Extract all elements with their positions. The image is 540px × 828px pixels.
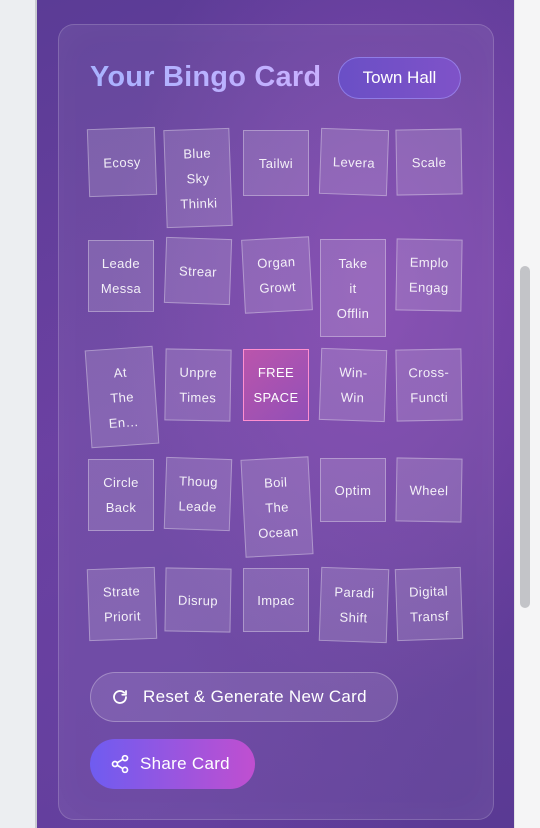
reset-generate-button[interactable]: Reset & Generate New Card bbox=[90, 672, 398, 722]
bingo-tile[interactable]: Cross- Functi bbox=[395, 348, 463, 422]
bingo-tile[interactable]: Paradi Shift bbox=[318, 566, 390, 644]
bingo-tile[interactable]: Organ Growt bbox=[241, 236, 313, 314]
bingo-tile[interactable]: Emplo Engag bbox=[395, 238, 463, 312]
bingo-tile[interactable]: Boil The Ocean bbox=[240, 456, 314, 558]
share-button-label: Share Card bbox=[140, 754, 230, 773]
bingo-tile[interactable]: Strear bbox=[163, 236, 233, 306]
app-background: Your Bingo Card Town Hall Ecosy Blue Sky … bbox=[37, 0, 514, 828]
bingo-tile[interactable]: Win- Win bbox=[318, 347, 388, 423]
share-card-button[interactable]: Share Card bbox=[90, 739, 255, 789]
bingo-tile[interactable]: Circle Back bbox=[88, 459, 154, 531]
bingo-tile[interactable]: Optim bbox=[320, 458, 386, 522]
bingo-tile[interactable]: Scale bbox=[395, 128, 463, 196]
bingo-tile[interactable]: Ecosy bbox=[86, 126, 158, 198]
meeting-type-badge[interactable]: Town Hall bbox=[338, 57, 461, 99]
bingo-tile[interactable]: Tailwi bbox=[243, 130, 309, 196]
refresh-icon bbox=[113, 690, 127, 704]
bingo-tile[interactable]: Strate Priorit bbox=[86, 566, 158, 642]
bingo-card-panel: Your Bingo Card Town Hall Ecosy Blue Sky … bbox=[58, 24, 494, 820]
bingo-tile[interactable]: Impac bbox=[243, 568, 309, 632]
scrollbar-thumb[interactable] bbox=[520, 266, 530, 608]
bingo-tile[interactable]: Blue Sky Thinki bbox=[163, 127, 233, 229]
bingo-tile[interactable]: Leade Messa bbox=[88, 240, 154, 312]
bingo-tile[interactable]: Take it Offlin bbox=[320, 239, 386, 337]
bingo-tile[interactable]: Digital Transf bbox=[394, 566, 464, 642]
bingo-tile[interactable]: Disrup bbox=[164, 567, 232, 633]
bingo-tile[interactable]: At The En… bbox=[84, 345, 160, 449]
bingo-tile[interactable]: Unpre Times bbox=[164, 348, 232, 422]
bingo-tile-free-space[interactable]: FREE SPACE bbox=[243, 349, 309, 421]
reset-button-label: Reset & Generate New Card bbox=[143, 687, 367, 706]
share-icon bbox=[111, 754, 129, 774]
bingo-tile[interactable]: Wheel bbox=[395, 457, 463, 523]
page-title: Your Bingo Card bbox=[90, 61, 322, 93]
bingo-tile[interactable]: Thoug Leade bbox=[163, 456, 233, 532]
bingo-tile[interactable]: Levera bbox=[318, 127, 390, 197]
